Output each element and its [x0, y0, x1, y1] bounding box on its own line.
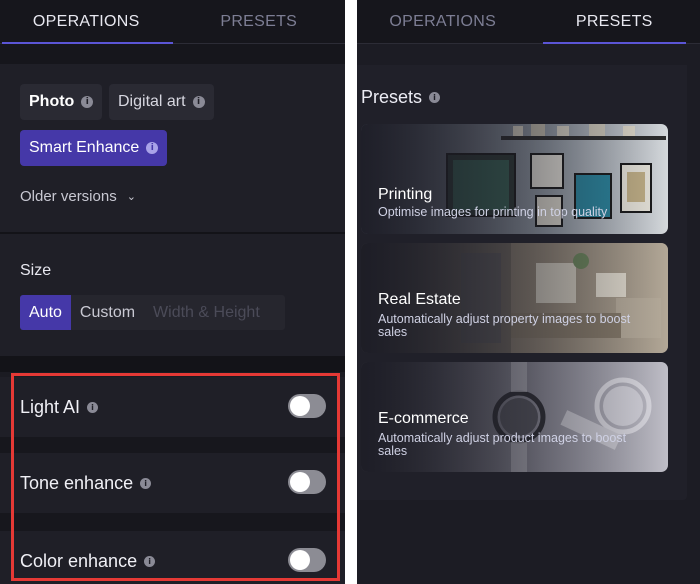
chevron-down-icon: ⌄ [126, 191, 136, 203]
smart-enhance-mode-button[interactable]: Smart Enhance i [20, 130, 168, 166]
color-enhance-label-group: Color enhance i [20, 531, 156, 584]
enhance-mode-section: Photo i Digital art i Smart Enhance i [0, 64, 345, 232]
light-ai-toggle[interactable] [288, 394, 326, 418]
tab-presets[interactable]: PRESETS [173, 0, 346, 43]
photo-mode-button[interactable]: Photo i [20, 84, 103, 120]
tab-bar: OPERATIONS PRESETS [357, 0, 700, 44]
preset-card-real-estate[interactable]: Real Estate Automatically adjust propert… [361, 243, 668, 353]
size-auto-option[interactable]: Auto [20, 295, 71, 330]
digital-art-mode-button[interactable]: Digital art i [109, 84, 214, 120]
tone-enhance-label-group: Tone enhance i [20, 453, 152, 513]
size-width-height-option: Width & Height [153, 303, 260, 321]
light-ai-row: Light AI i [0, 377, 345, 437]
divider [0, 356, 345, 372]
color-enhance-toggle[interactable] [288, 548, 326, 572]
info-icon[interactable]: i [87, 401, 99, 413]
operations-panel: OPERATIONS PRESETS Photo i Digital art i… [0, 0, 345, 584]
presets-panel: OPERATIONS PRESETS Presets i Printing Op… [357, 0, 700, 584]
tab-bar: OPERATIONS PRESETS [0, 0, 345, 44]
info-icon[interactable]: i [146, 142, 159, 154]
preset-card-title: Real Estate [378, 291, 461, 308]
info-icon[interactable]: i [144, 555, 156, 567]
photo-mode-label: Photo [29, 93, 75, 110]
divider [0, 44, 345, 64]
older-versions-dropdown[interactable]: Older versions ⌄ [20, 188, 136, 205]
info-icon[interactable]: i [192, 96, 205, 108]
info-icon[interactable]: i [140, 477, 152, 489]
tab-operations[interactable]: OPERATIONS [0, 0, 173, 44]
tone-enhance-row: Tone enhance i [0, 453, 345, 513]
preset-card-title: E-commerce [378, 410, 469, 427]
preset-card-printing[interactable]: Printing Optimise images for printing in… [361, 124, 668, 234]
size-title: Size [20, 262, 52, 279]
divider [0, 513, 345, 531]
preset-card-description: Automatically adjust product images to b… [378, 431, 627, 458]
preset-card-title: Printing [378, 186, 433, 203]
info-icon[interactable]: i [81, 96, 94, 108]
preset-card-ecommerce[interactable]: E-commerce Automatically adjust product … [361, 362, 668, 472]
light-ai-label: Light AI [20, 396, 81, 417]
info-icon[interactable]: i [429, 92, 441, 103]
toggle-knob [290, 550, 310, 570]
tone-enhance-toggle[interactable] [288, 470, 326, 494]
size-custom-option[interactable]: Custom [71, 295, 144, 330]
toggle-knob [290, 472, 310, 492]
size-segmented-control: Auto Custom Width & Height [20, 295, 285, 330]
color-enhance-label: Color enhance [20, 550, 138, 571]
digital-art-mode-label: Digital art [118, 93, 186, 110]
smart-enhance-mode-label: Smart Enhance [29, 139, 140, 156]
light-ai-label-group: Light AI i [20, 377, 99, 437]
tab-presets[interactable]: PRESETS [529, 0, 700, 44]
presets-title: Presets [361, 87, 423, 107]
preset-card-description: Optimise images for printing in top qual… [378, 205, 608, 219]
tab-operations[interactable]: OPERATIONS [357, 0, 529, 43]
color-enhance-row: Color enhance i [0, 531, 345, 584]
toggle-knob [290, 396, 310, 416]
older-versions-label: Older versions [20, 188, 117, 205]
presets-title-group: Presets i [361, 87, 441, 108]
tone-enhance-label: Tone enhance [20, 472, 134, 493]
preset-card-description: Automatically adjust property images to … [378, 312, 631, 339]
divider [0, 437, 345, 453]
